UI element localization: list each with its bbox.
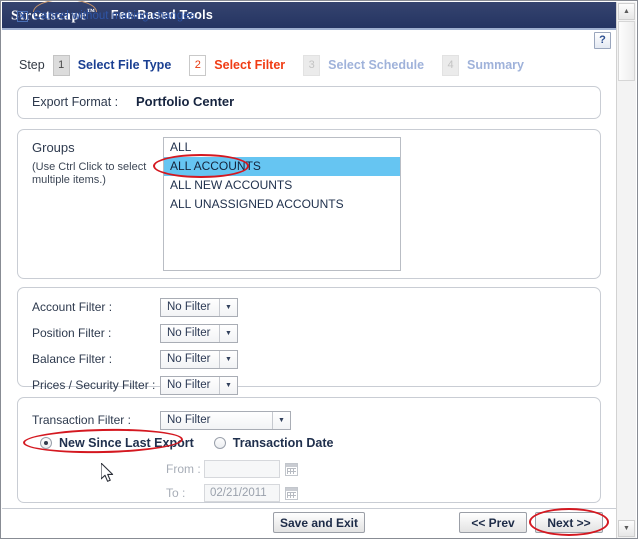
step-2-label[interactable]: Select Filter bbox=[214, 58, 285, 72]
position-filter-select[interactable]: No Filter ▼ bbox=[160, 323, 238, 343]
transaction-filter-value: No Filter bbox=[167, 414, 211, 426]
export-format-label: Export Format : bbox=[32, 95, 119, 109]
chevron-down-icon: ▼ bbox=[219, 298, 237, 316]
step-1-number[interactable]: 1 bbox=[52, 54, 70, 76]
groups-listbox[interactable]: ALL ALL ACCOUNTS ALL NEW ACCOUNTS ALL UN… bbox=[163, 137, 401, 271]
account-filter-row: Account Filter : No Filter ▼ bbox=[32, 297, 238, 317]
step-1-label[interactable]: Select File Type bbox=[78, 58, 172, 72]
chevron-down-icon: ▼ bbox=[219, 324, 237, 342]
to-date-row: To : 02/21/2011 bbox=[166, 484, 298, 502]
step-indicator: Step 1 Select File Type 2 Select Filter … bbox=[19, 52, 542, 78]
vertical-scrollbar[interactable]: ▲ ▼ bbox=[616, 2, 636, 538]
calendar-icon[interactable] bbox=[285, 486, 298, 500]
balance-filter-value: No Filter bbox=[167, 353, 211, 365]
transaction-filter-panel: Transaction Filter : No Filter ▼ New Sin… bbox=[17, 397, 601, 503]
position-filter-label: Position Filter : bbox=[32, 326, 112, 340]
step-4-number: 4 bbox=[442, 54, 460, 76]
cancel-link[interactable]: X Cancel without making changes. bbox=[17, 10, 199, 22]
list-item[interactable]: ALL bbox=[164, 138, 400, 157]
chevron-down-icon: ▼ bbox=[219, 350, 237, 368]
scroll-down-arrow-icon[interactable]: ▼ bbox=[618, 520, 635, 537]
close-icon: X bbox=[17, 10, 28, 22]
next-button[interactable]: Next >> bbox=[535, 512, 603, 533]
prices-security-filter-row: Prices / Security Filter : No Filter ▼ bbox=[32, 375, 238, 395]
prev-button[interactable]: << Prev bbox=[459, 512, 527, 533]
filters-panel: Account Filter : No Filter ▼ Position Fi… bbox=[17, 287, 601, 395]
to-date-input[interactable]: 02/21/2011 bbox=[204, 484, 280, 502]
step-prefix-label: Step bbox=[19, 58, 45, 72]
radio-new-since-last-export-label[interactable]: New Since Last Export bbox=[59, 436, 194, 450]
transaction-filter-label: Transaction Filter : bbox=[32, 413, 131, 427]
to-date-label: To : bbox=[166, 486, 186, 500]
transaction-filter-select[interactable]: No Filter ▼ bbox=[160, 410, 291, 430]
radio-transaction-date[interactable] bbox=[213, 437, 226, 449]
save-and-exit-button[interactable]: Save and Exit bbox=[273, 512, 365, 533]
groups-panel: Groups (Use Ctrl Click to select multipl… bbox=[17, 129, 601, 279]
cancel-link-label: Cancel without making changes. bbox=[33, 10, 199, 22]
step-3-number: 3 bbox=[303, 54, 321, 76]
prices-security-filter-value: No Filter bbox=[167, 379, 211, 391]
transaction-filter-row: Transaction Filter : No Filter ▼ bbox=[32, 410, 291, 430]
balance-filter-row: Balance Filter : No Filter ▼ bbox=[32, 349, 238, 369]
from-date-label: From : bbox=[166, 462, 201, 476]
radio-new-since-last-export[interactable] bbox=[40, 437, 52, 449]
prices-security-filter-label: Prices / Security Filter : bbox=[32, 378, 156, 392]
list-item[interactable]: ALL UNASSIGNED ACCOUNTS bbox=[164, 195, 400, 214]
list-item[interactable]: ALL NEW ACCOUNTS bbox=[164, 176, 400, 195]
help-icon[interactable]: ? bbox=[594, 32, 611, 49]
prices-security-filter-select[interactable]: No Filter ▼ bbox=[160, 375, 238, 395]
groups-label: Groups bbox=[32, 140, 75, 155]
scrollbar-thumb[interactable] bbox=[618, 21, 635, 81]
from-date-input[interactable] bbox=[204, 460, 280, 478]
step-4-label: Summary bbox=[467, 58, 525, 72]
account-filter-value: No Filter bbox=[167, 301, 211, 313]
balance-filter-select[interactable]: No Filter ▼ bbox=[160, 349, 238, 369]
calendar-icon[interactable] bbox=[285, 462, 298, 476]
radio-transaction-date-label[interactable]: Transaction Date bbox=[233, 436, 334, 450]
account-filter-select[interactable]: No Filter ▼ bbox=[160, 297, 238, 317]
position-filter-value: No Filter bbox=[167, 327, 211, 339]
step-2-number[interactable]: 2 bbox=[189, 54, 207, 76]
export-format-value: Portfolio Center bbox=[136, 94, 235, 109]
export-format-panel: Export Format : Portfolio Center bbox=[17, 86, 601, 119]
from-date-row: From : bbox=[166, 460, 298, 478]
chevron-down-icon: ▼ bbox=[219, 376, 237, 394]
groups-hint-text: (Use Ctrl Click to select multiple items… bbox=[32, 161, 147, 186]
chevron-down-icon: ▼ bbox=[272, 411, 290, 429]
scroll-up-arrow-icon[interactable]: ▲ bbox=[618, 3, 635, 20]
application-window: Streetscape™ Fee-Based Tools ? Step 1 Se… bbox=[0, 0, 638, 539]
list-item[interactable]: ALL ACCOUNTS bbox=[164, 157, 400, 176]
account-filter-label: Account Filter : bbox=[32, 300, 113, 314]
position-filter-row: Position Filter : No Filter ▼ bbox=[32, 323, 238, 343]
transaction-mode-radio-group: New Since Last Export Transaction Date bbox=[40, 436, 354, 450]
step-3-label: Select Schedule bbox=[328, 58, 425, 72]
balance-filter-label: Balance Filter : bbox=[32, 352, 113, 366]
